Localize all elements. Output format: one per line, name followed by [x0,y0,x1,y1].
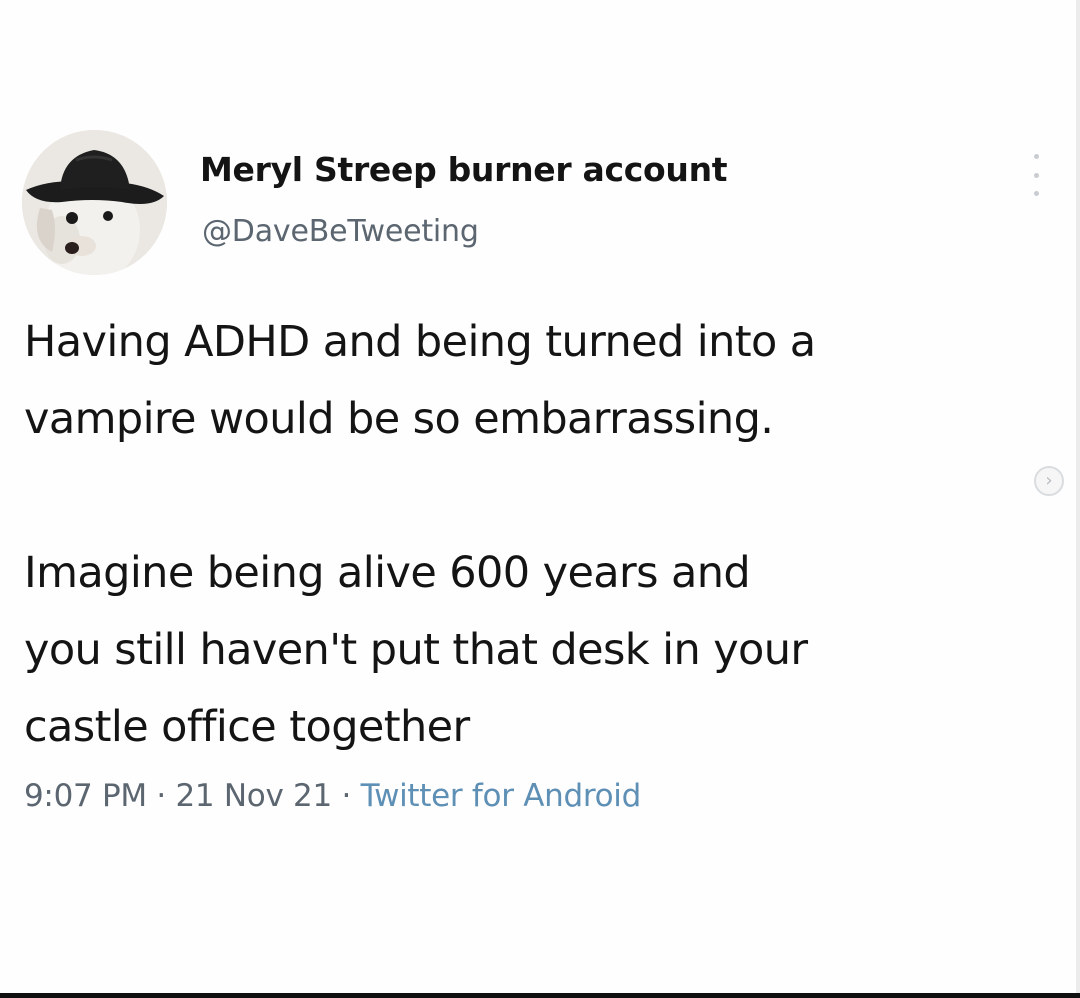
vertical-ellipsis-icon [1033,154,1039,159]
tweet-card: Meryl Streep burner account @DaveBeTweet… [0,0,1080,998]
tweet-text: Having ADHD and being turned into a vamp… [24,304,1064,766]
chevron-glyph: › [1045,470,1053,491]
more-options-button[interactable] [1024,154,1048,196]
bottom-edge-bar [0,993,1080,998]
vertical-ellipsis-icon [1033,172,1039,178]
edge-divider [1076,0,1080,998]
avatar[interactable] [22,130,167,275]
tweet-metadata: 9:07 PM · 21 Nov 21 · Twitter for Androi… [24,778,641,814]
tweet-paragraph: Imagine being alive 600 years and you st… [24,548,808,752]
display-name[interactable]: Meryl Streep burner account [200,150,728,189]
tweet-time[interactable]: 9:07 PM [24,778,147,814]
meta-separator: · [331,778,361,814]
tweet-paragraph: Having ADHD and being turned into a vamp… [24,317,816,444]
chevron-right-icon[interactable]: › [1034,466,1064,496]
meta-separator: · [146,778,176,814]
dog-with-cowboy-hat-avatar-icon [22,130,167,275]
user-handle[interactable]: @DaveBeTweeting [202,214,479,249]
tweet-date[interactable]: 21 Nov 21 [175,778,332,814]
vertical-ellipsis-icon [1033,191,1039,196]
tweet-source-link[interactable]: Twitter for Android [361,778,642,814]
